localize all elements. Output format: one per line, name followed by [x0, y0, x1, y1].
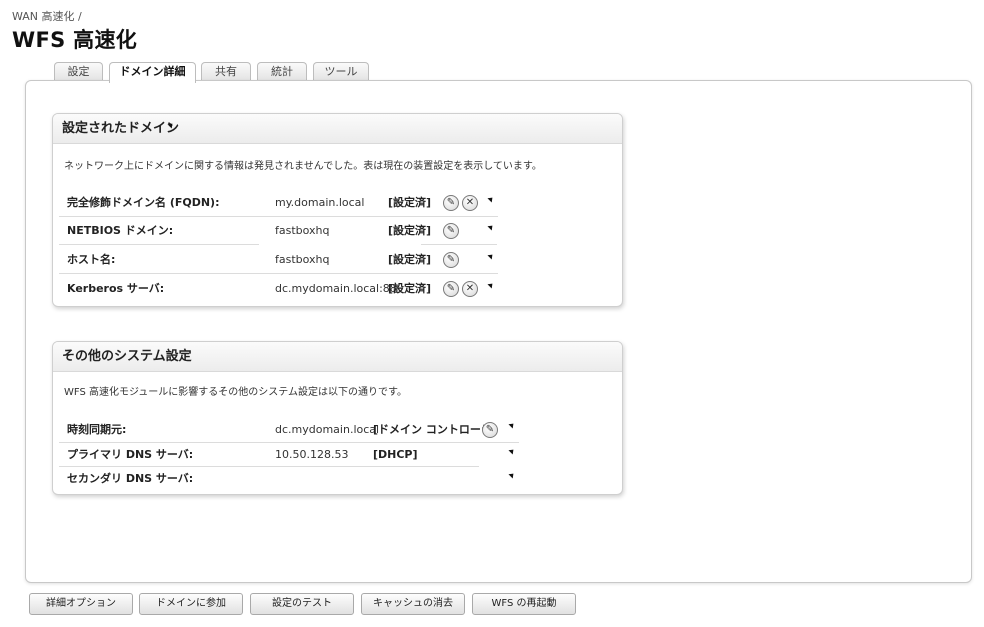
- system-settings-section: その他のシステム設定 WFS 高速化モジュールに影響するその他のシステム設定は以…: [52, 341, 623, 495]
- row-value: dc.mydomain.local:88: [275, 282, 397, 295]
- tab-tools[interactable]: ツール: [313, 62, 369, 81]
- row-label: 完全修飾ドメイン名 (FQDN):: [67, 196, 220, 209]
- table-row: ホスト名: fastboxhq [設定済] ✎: [59, 246, 507, 274]
- advanced-options-button[interactable]: 詳細オプション: [29, 593, 133, 615]
- row-status: [ドメイン コントローラ]: [373, 423, 497, 436]
- clear-cache-button[interactable]: キャッシュの消去: [361, 593, 465, 615]
- row-value: my.domain.local: [275, 196, 365, 209]
- delete-icon[interactable]: ✕: [462, 195, 478, 211]
- edit-icon[interactable]: ✎: [443, 252, 459, 268]
- edit-icon[interactable]: ✎: [482, 422, 498, 438]
- table-row: 完全修飾ドメイン名 (FQDN): my.domain.local [設定済] …: [59, 189, 507, 217]
- page-title: WFS 高速化: [12, 28, 138, 52]
- test-settings-button[interactable]: 設定のテスト: [250, 593, 354, 615]
- row-label: Kerberos サーバ:: [67, 282, 165, 295]
- restart-wfs-button[interactable]: WFS の再起動: [472, 593, 576, 615]
- edit-icon[interactable]: ✎: [443, 195, 459, 211]
- help-marker-icon[interactable]: [508, 447, 516, 455]
- row-divider: [59, 244, 259, 245]
- row-label: NETBIOS ドメイン:: [67, 224, 174, 237]
- tab-domain-details[interactable]: ドメイン詳細: [109, 62, 196, 83]
- table-row: Kerberos サーバ: dc.mydomain.local:88 [設定済]…: [67, 275, 507, 303]
- section-description: WFS 高速化モジュールに影響するその他のシステム設定は以下の通りです。: [64, 387, 407, 398]
- row-status: [設定済]: [388, 196, 432, 209]
- table-row: NETBIOS ドメイン: fastboxhq [設定済] ✎: [59, 217, 507, 245]
- help-marker-icon[interactable]: [508, 421, 516, 429]
- delete-icon[interactable]: ✕: [462, 281, 478, 297]
- help-marker-icon[interactable]: [487, 281, 495, 289]
- section-description: ネットワーク上にドメインに関する情報は発見されませんでした。表は現在の装置設定を…: [64, 161, 542, 172]
- edit-icon[interactable]: ✎: [443, 223, 459, 239]
- row-status: [設定済]: [388, 224, 432, 237]
- join-domain-button[interactable]: ドメインに参加: [139, 593, 243, 615]
- row-value: 10.50.128.53: [275, 448, 349, 461]
- table-row: プライマリ DNS サーバ: 10.50.128.53 [DHCP]: [59, 443, 527, 467]
- row-label: 時刻同期元:: [67, 423, 127, 436]
- help-marker-icon[interactable]: [487, 195, 495, 203]
- tab-shares[interactable]: 共有: [201, 62, 251, 81]
- row-label: セカンダリ DNS サーバ:: [67, 472, 194, 485]
- table-row: 時刻同期元: dc.mydomain.local [ドメイン コントローラ] ✎: [59, 417, 527, 443]
- table-row: セカンダリ DNS サーバ:: [67, 467, 527, 491]
- help-marker-icon[interactable]: [487, 252, 495, 260]
- row-divider: [59, 273, 498, 274]
- row-status: [設定済]: [388, 282, 432, 295]
- row-value: fastboxhq: [275, 253, 330, 266]
- row-label: ホスト名:: [67, 253, 116, 266]
- section-title: 設定されたドメイン: [53, 114, 622, 144]
- row-status: [設定済]: [388, 253, 432, 266]
- row-divider: [421, 244, 497, 245]
- configured-domains-section: 設定されたドメイン ネットワーク上にドメインに関する情報は発見されませんでした。…: [52, 113, 623, 307]
- breadcrumb[interactable]: WAN 高速化 /: [12, 8, 82, 24]
- row-status: [DHCP]: [373, 448, 418, 461]
- row-value: fastboxhq: [275, 224, 330, 237]
- edit-icon[interactable]: ✎: [443, 281, 459, 297]
- help-marker-icon[interactable]: [487, 223, 495, 231]
- tab-statistics[interactable]: 統計: [257, 62, 307, 81]
- help-marker-icon[interactable]: [508, 471, 516, 479]
- tab-settings[interactable]: 設定: [54, 62, 103, 81]
- row-value: dc.mydomain.local: [275, 423, 380, 436]
- section-title: その他のシステム設定: [53, 342, 622, 372]
- row-label: プライマリ DNS サーバ:: [67, 448, 194, 461]
